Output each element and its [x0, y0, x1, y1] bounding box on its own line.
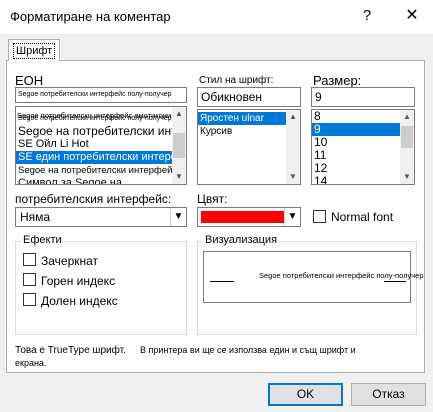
- size-scroll-track[interactable]: [400, 124, 414, 170]
- strikethrough-label: Зачеркнат: [41, 254, 99, 268]
- size-list[interactable]: 8 9 10 11 12 14 ▲ ▼: [311, 109, 415, 185]
- underline-label: потребителския интерфейс:: [15, 192, 172, 206]
- font-scroll-thumb[interactable]: [173, 133, 185, 158]
- preview-title: Визуализация: [203, 234, 280, 246]
- cancel-button[interactable]: Отказ: [351, 383, 426, 406]
- normal-font-checkbox[interactable]: [313, 210, 326, 223]
- style-scroll-track[interactable]: [286, 124, 300, 170]
- font-list-item[interactable]: Символ за Segoe на: [16, 177, 186, 184]
- style-scroll-down[interactable]: ▼: [286, 170, 300, 184]
- size-scroll-thumb[interactable]: [401, 126, 413, 148]
- subscript-label: Долен индекс: [41, 294, 118, 308]
- chevron-down-icon: ▼: [284, 208, 300, 226]
- tab-panel-font: ЕОН Segoe потребителски интерфейс полу-п…: [6, 60, 425, 373]
- font-list-item[interactable]: SE Ойл Li Hot: [16, 138, 186, 151]
- close-icon: ✕: [405, 7, 419, 24]
- chevron-down-icon: ▼: [170, 208, 186, 226]
- font-list-item[interactable]: Segoe на потребителски интерфейс на Semi…: [16, 164, 186, 177]
- style-scroll-up[interactable]: ▲: [286, 110, 300, 124]
- color-label: Цвят:: [197, 192, 228, 206]
- size-list-item[interactable]: 12: [312, 162, 414, 175]
- preview-baseline-right: [384, 281, 406, 282]
- superscript-checkbox[interactable]: [23, 273, 36, 286]
- color-select[interactable]: ▼: [197, 207, 301, 227]
- truetype-info: Това е TrueType шрифт.: [15, 345, 126, 356]
- printer-info: В принтера ви ще се използва един и същ …: [140, 345, 356, 355]
- style-list-item-selected[interactable]: Яростен ulnar: [198, 112, 300, 125]
- font-label: ЕОН: [15, 73, 44, 88]
- tab-font[interactable]: Шрифт: [8, 39, 60, 61]
- window-title: Форматиране на коментар: [10, 9, 171, 24]
- underline-value: Няма: [20, 210, 51, 224]
- size-scroll-down[interactable]: ▼: [400, 170, 414, 184]
- size-input[interactable]: 9: [311, 87, 415, 107]
- superscript-label: Горен индекс: [41, 274, 116, 288]
- font-scroll-track[interactable]: [172, 121, 186, 170]
- font-list-item-selected[interactable]: SE един потребителски интерфейс Se: [16, 151, 186, 164]
- ok-button[interactable]: OK: [268, 383, 343, 406]
- font-input[interactable]: Segoe потребителски интерфейс полу-получ…: [15, 87, 187, 103]
- subscript-checkbox[interactable]: [23, 293, 36, 306]
- font-list-item[interactable]: Segoe потребителски интерфейс емотикони: [17, 111, 171, 120]
- size-list-item[interactable]: 14: [312, 175, 414, 185]
- font-scroll-up[interactable]: ▲: [172, 107, 186, 121]
- size-scroll-up[interactable]: ▲: [400, 110, 414, 124]
- font-scroll-down[interactable]: ▼: [172, 170, 186, 184]
- style-list[interactable]: Яростен ulnar Курсив ▲ ▼: [197, 109, 301, 185]
- normal-font-label: Normal font: [331, 210, 394, 224]
- tab-font-label: Шрифт: [13, 43, 56, 59]
- dialog-body: Шрифт ЕОН Segoe потребителски интерфейс …: [0, 34, 433, 412]
- size-label: Размер:: [313, 73, 362, 88]
- font-list-item[interactable]: Segoe на потребителски интерфейс: [16, 125, 186, 138]
- style-list-item[interactable]: Курсив: [198, 125, 300, 138]
- strikethrough-checkbox[interactable]: [23, 253, 36, 266]
- title-bar: Форматиране на коментар ? ✕: [0, 0, 433, 34]
- color-swatch: [201, 211, 284, 223]
- help-button[interactable]: ?: [355, 3, 379, 29]
- size-list-item[interactable]: 11: [312, 149, 414, 162]
- size-list-item[interactable]: 8: [312, 110, 414, 123]
- style-input[interactable]: Обикновен: [197, 87, 301, 107]
- preview-box: Segoe потребителски интерфейс полу-получ…: [203, 251, 424, 303]
- close-button[interactable]: ✕: [398, 3, 426, 29]
- preview-text: Segoe потребителски интерфейс полу-получ…: [259, 271, 424, 280]
- underline-select[interactable]: Няма ▼: [15, 207, 187, 227]
- preview-baseline-left: [210, 281, 234, 282]
- effects-title: Ефекти: [21, 234, 64, 246]
- size-list-item[interactable]: 10: [312, 136, 414, 149]
- printer-info-line2: екрана.: [15, 358, 47, 368]
- style-label: Стил на шрифт:: [199, 75, 274, 86]
